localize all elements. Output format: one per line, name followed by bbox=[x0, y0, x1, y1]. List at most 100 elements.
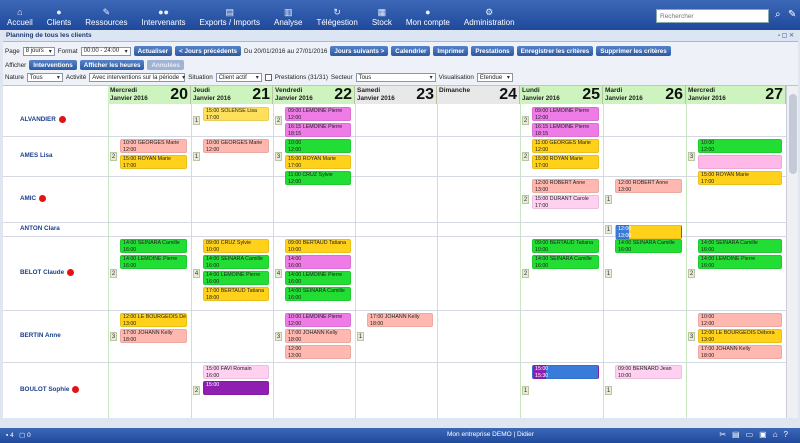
intervention-slot[interactable]: 10:00 12:00 bbox=[698, 313, 782, 327]
intervention-slot[interactable]: 17:00 JOHANN Kelly 18:00 bbox=[285, 329, 351, 343]
intervention-slot[interactable]: 15:00 bbox=[203, 381, 269, 395]
intervention-slot[interactable]: 12:00 LE BOURGEOIS Débora13:00 bbox=[120, 313, 187, 327]
nav-label: Stock bbox=[371, 18, 392, 27]
intervention-slot[interactable]: 14:00 SEINARA Camille 16:00 bbox=[698, 239, 782, 253]
intervention-slot[interactable]: 17:00 JOHANN Kelly 18:00 bbox=[367, 313, 433, 327]
situation-select[interactable]: Client actif bbox=[215, 73, 262, 82]
activity-select[interactable]: Avec interventions sur la période bbox=[89, 73, 186, 82]
intervention-slot[interactable]: 09:00 LEMOINE Pierre 12:00 bbox=[285, 107, 351, 121]
intervention-slot[interactable]: 10:00 12:00 bbox=[285, 139, 351, 153]
visualisation-select[interactable]: Etendue bbox=[476, 73, 513, 82]
search-icon[interactable]: ⌕ bbox=[775, 9, 781, 21]
client-name[interactable]: AMES Lisa bbox=[20, 152, 53, 159]
intervention-slot[interactable]: 14:00 LEMOINE Pierre 16:00 bbox=[203, 271, 269, 285]
nav-télégestion[interactable]: ↻ Télégestion bbox=[309, 0, 364, 30]
vertical-scrollbar[interactable] bbox=[786, 86, 798, 418]
intervention-slot[interactable]: 09:00 BERNARD Jean 10:00 bbox=[615, 365, 682, 379]
client-name-text: AMES Lisa bbox=[20, 152, 53, 159]
wrench-settings-icon[interactable]: ✎ bbox=[788, 9, 796, 21]
intervention-slot[interactable]: 12:00 13:00 bbox=[615, 225, 682, 239]
window-controls-icon[interactable]: ▪ ▢ ✕ bbox=[778, 32, 794, 39]
intervention-slot[interactable]: 15:00 ROYAN Marie 17:00 bbox=[698, 171, 782, 185]
nav-intervenants[interactable]: ●● Intervenants bbox=[135, 0, 193, 30]
intervention-slot[interactable]: 15:00 DURANT Carole 17:00 bbox=[532, 195, 599, 209]
cancelled-button[interactable]: Annulées bbox=[147, 60, 184, 70]
previous-days-button[interactable]: < Jours précédents bbox=[175, 46, 242, 56]
nav-stock[interactable]: ▦ Stock bbox=[365, 0, 399, 30]
calendar-button[interactable]: Calendrier bbox=[391, 46, 431, 56]
prestations-button[interactable]: Prestations bbox=[471, 46, 514, 56]
nav-clients[interactable]: ● Clients bbox=[40, 0, 78, 30]
intervention-slot[interactable]: 09:00 BERTAUD Tatiana 10:00 bbox=[285, 239, 351, 253]
intervention-slot[interactable]: 14:00 SEINARA Camille 16:00 bbox=[285, 287, 351, 301]
sector-select[interactable]: Tous bbox=[355, 73, 436, 82]
intervention-slot[interactable]: 15:00 SOLENSE Lisa 17:00 bbox=[203, 107, 269, 121]
intervention-slot[interactable]: 15:00 FAVI Romain 16:00 bbox=[203, 365, 269, 379]
intervention-slot[interactable] bbox=[698, 155, 782, 169]
slot-person: LEMOINE Pierre bbox=[137, 256, 178, 262]
intervention-slot[interactable]: 14:00 SEINARA Camille 16:00 bbox=[532, 255, 599, 269]
intervention-slot[interactable]: 09:00 CRUZ Sylvie 10:00 bbox=[203, 239, 269, 253]
footer-tools-icon[interactable]: ✂▤▭▣⌂? bbox=[719, 430, 794, 439]
intervention-slot[interactable]: 17:00 JOHANN Kelly 18:00 bbox=[698, 345, 782, 359]
nav-administration[interactable]: ⚙ Administration bbox=[457, 0, 522, 30]
intervention-slot[interactable]: 14:00 SEINARA Camille 16:00 bbox=[615, 239, 682, 253]
intervention-slot[interactable]: 15:00 ROYAN Marie 17:00 bbox=[285, 155, 351, 169]
show-hours-button[interactable]: Afficher les heures bbox=[79, 60, 145, 70]
intervention-slot[interactable]: 12:00 13:00 bbox=[285, 345, 351, 359]
intervention-slot[interactable]: 10:00 GEORGES Marie 12:00 bbox=[203, 139, 269, 153]
intervention-slot[interactable]: 11:00 CRUZ Sylvie 12:00 bbox=[285, 171, 351, 185]
intervention-slot[interactable]: 16:15 LEMOINE Pierre 18:15 bbox=[285, 123, 351, 137]
client-name[interactable]: BERTIN Anne bbox=[20, 332, 61, 339]
slot-person: ROYAN Marie bbox=[549, 156, 583, 162]
intervention-slot[interactable]: 14:00 16:00 bbox=[285, 255, 351, 269]
nav-analyse[interactable]: ▥ Analyse bbox=[267, 0, 309, 30]
nav-exports-imports[interactable]: ▤ Exports / Imports bbox=[193, 0, 267, 30]
intervention-slot[interactable]: 14:00 LEMOINE Pierre 16:00 bbox=[120, 255, 187, 269]
nav-mon-compte[interactable]: ● Mon compte bbox=[399, 0, 457, 30]
intervention-count-badge: 1 bbox=[193, 152, 200, 161]
client-name[interactable]: BELOT Claude bbox=[20, 269, 75, 276]
intervention-slot[interactable]: 14:00 SEINARA Camille 16:00 bbox=[203, 255, 269, 269]
nav-accueil[interactable]: ⌂ Accueil bbox=[0, 0, 40, 30]
nav-ressources[interactable]: ✎ Ressources bbox=[78, 0, 134, 30]
intervention-slot[interactable]: 15:00 15:30 bbox=[532, 365, 599, 379]
slot-person: JOHANN Kelly bbox=[715, 346, 751, 352]
intervention-slot[interactable]: 14:00 LEMOINE Pierre 16:00 bbox=[285, 271, 351, 285]
page-select[interactable]: 8 jours bbox=[22, 46, 55, 56]
save-criteria-button[interactable]: Enregistrer les critères bbox=[516, 46, 594, 56]
scrollbar-thumb[interactable] bbox=[789, 94, 797, 174]
intervention-slot[interactable]: 15:00 ROYAN Marie 17:00 bbox=[532, 155, 599, 169]
client-name[interactable]: BOULOT Sophie bbox=[20, 386, 80, 393]
nature-select[interactable]: Tous bbox=[26, 73, 63, 82]
interventions-button[interactable]: Interventions bbox=[29, 60, 77, 70]
slot-person: JOHANN Kelly bbox=[302, 330, 338, 336]
intervention-slot[interactable]: 12:00 ROBERT Anne 13:00 bbox=[615, 179, 682, 193]
intervention-slot[interactable]: 14:00 SEINARA Camille 16:00 bbox=[120, 239, 187, 253]
client-name[interactable]: ANTON Clara bbox=[20, 225, 60, 232]
intervention-slot[interactable]: 17:00 JOHANN Kelly 18:00 bbox=[120, 329, 187, 343]
next-days-button[interactable]: Jours suivants > bbox=[330, 46, 389, 56]
print-button[interactable]: Imprimer bbox=[433, 46, 469, 56]
client-name[interactable]: ALVANDIER bbox=[20, 116, 66, 123]
slot-person: LEMOINE Pierre bbox=[302, 124, 343, 130]
intervention-slot[interactable]: 09:00 BERTAUD Tatiana 10:00 bbox=[532, 239, 599, 253]
intervention-slot[interactable]: 10:00 12:00 bbox=[698, 139, 782, 153]
slot-end: 12:00 bbox=[288, 114, 302, 121]
intervention-slot[interactable]: 16:15 LEMOINE Pierre 18:15 bbox=[532, 123, 599, 137]
intervention-slot[interactable]: 09:00 LEMOINE Pierre 12:00 bbox=[532, 107, 599, 121]
intervention-slot[interactable]: 17:00 BERTAUD Tatiana 18:00 bbox=[203, 287, 269, 301]
intervention-slot[interactable]: 14:00 LEMOINE Pierre 16:00 bbox=[698, 255, 782, 269]
intervention-slot[interactable]: 12:00 ROBERT Anne 13:00 bbox=[532, 179, 599, 193]
intervention-slot[interactable]: 15:00 ROYAN Marie 17:00 bbox=[120, 155, 187, 169]
prestations-checkbox[interactable] bbox=[264, 74, 272, 81]
intervention-slot[interactable]: 11:00 GEORGES Marie 12:00 bbox=[532, 139, 599, 153]
intervention-slot[interactable]: 10:00 GEORGES Marie 12:00 bbox=[120, 139, 187, 153]
client-name[interactable]: AMIC bbox=[20, 195, 47, 202]
refresh-button[interactable]: Actualiser bbox=[133, 46, 173, 56]
intervention-slot[interactable]: 12:00 LE BOURGEOIS Débora13:00 bbox=[698, 329, 782, 343]
delete-criteria-button[interactable]: Supprimer les critères bbox=[596, 46, 671, 56]
format-select[interactable]: 00:00 - 24:00 bbox=[80, 46, 131, 56]
search-input[interactable] bbox=[656, 9, 769, 23]
intervention-slot[interactable]: 10:00 LEMOINE Pierre 12:00 bbox=[285, 313, 351, 327]
